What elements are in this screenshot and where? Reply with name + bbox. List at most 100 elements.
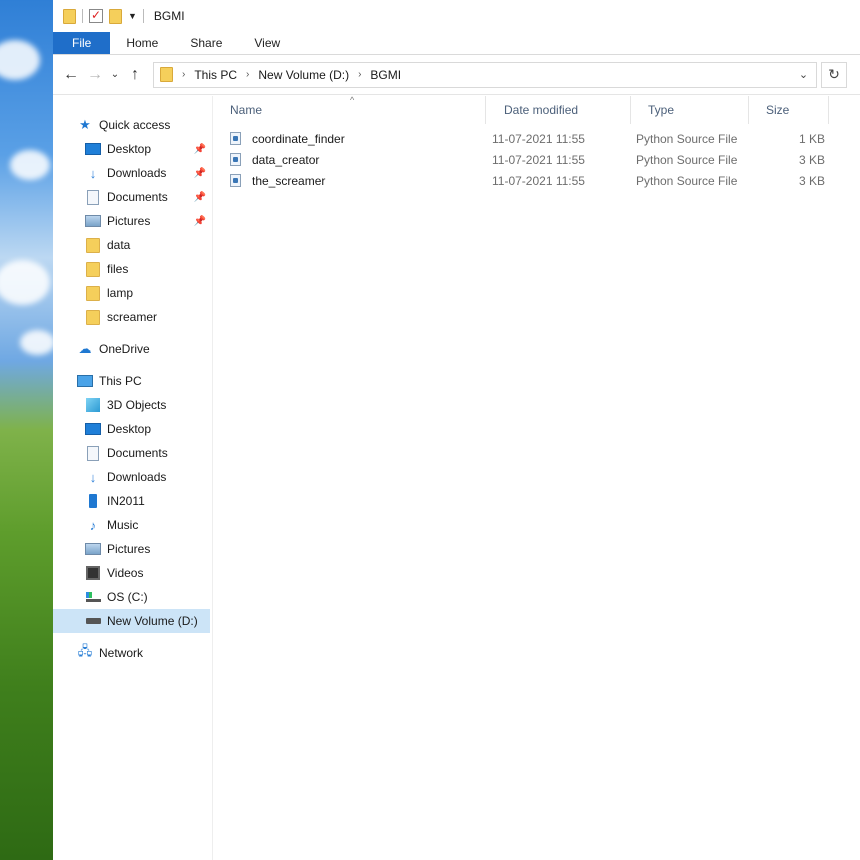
table-row[interactable]: the_screamer 11-07-2021 11:55 Python Sou… [230,170,830,191]
title-separator [142,9,144,23]
file-date: 11-07-2021 11:55 [492,152,585,167]
sidebar-item-pc-pictures[interactable]: Pictures [53,537,210,561]
column-header-type[interactable]: Type [631,96,749,124]
pin-icon[interactable]: 📌 [194,144,206,155]
folder-icon [86,261,100,277]
address-bar[interactable]: › This PC › New Volume (D:) › BGMI ⌄ [153,61,817,88]
file-name: the_screamer [252,173,326,188]
file-size: 3 KB [799,173,826,188]
sidebar-item-onedrive[interactable]: ☁ OneDrive [53,337,210,361]
sidebar-item-label: Network [99,646,144,660]
music-note-icon: ♪ [89,517,97,533]
folder-icon [63,8,76,24]
sidebar-item-this-pc[interactable]: This PC [53,369,210,393]
sidebar-item-pictures[interactable]: Pictures 📌 [53,209,210,233]
cloud-icon: ☁ [78,341,92,356]
address-folder-icon [160,67,173,82]
document-icon [87,189,99,205]
recent-locations-chevron-icon[interactable]: ⌄ [107,69,123,80]
python-file-icon [230,174,241,187]
pictures-icon [85,543,101,555]
new-folder-icon[interactable] [109,8,122,24]
customize-toolbar-icon[interactable]: ▼ [128,11,137,21]
star-icon: ★ [79,117,91,132]
film-icon [86,566,100,580]
sidebar-item-label: Documents [107,190,168,204]
navigation-pane[interactable]: ★ Quick access Desktop 📌 ↓ Downloads 📌 D… [53,96,213,860]
column-headers: Name Date modified Type Size [213,96,853,124]
sidebar-item-pc-documents[interactable]: Documents [53,441,210,465]
address-history-dropdown-icon[interactable]: ⌄ [790,62,816,87]
sidebar-item-files[interactable]: files [53,257,210,281]
sidebar-item-data[interactable]: data [53,233,210,257]
network-icon: 🖧 [77,643,93,658]
properties-icon[interactable] [89,8,103,23]
column-header-date-modified[interactable]: Date modified [487,96,631,124]
pin-icon[interactable]: 📌 [194,216,206,227]
sidebar-item-desktop[interactable]: Desktop 📌 [53,137,210,161]
ribbon-tabs: File Home Share View [53,32,860,55]
sidebar-item-label: Pictures [107,214,151,228]
table-row[interactable]: data_creator 11-07-2021 11:55 Python Sou… [230,149,830,170]
python-file-icon [230,132,241,145]
tab-view[interactable]: View [238,32,296,54]
navigation-bar: ← → ⌄ ↑ › This PC › New Volume (D:) › BG… [53,55,860,95]
pin-icon[interactable]: 📌 [194,168,206,179]
folder-icon [86,237,100,253]
sidebar-item-label: Downloads [107,470,167,484]
drive-icon [85,618,101,624]
up-arrow-icon[interactable]: ↑ [123,66,147,84]
sidebar-item-music[interactable]: ♪ Music [53,513,210,537]
download-arrow-icon: ↓ [89,469,97,485]
sidebar-item-label: IN2011 [107,494,145,508]
desktop-icon [85,423,101,435]
sidebar-item-os-c[interactable]: OS (C:) [53,585,210,609]
pin-icon[interactable]: 📌 [194,192,206,203]
sidebar-item-pc-downloads[interactable]: ↓ Downloads [53,465,210,489]
column-header-name[interactable]: Name [213,96,486,124]
sidebar-item-label: Desktop [107,422,152,436]
tab-file[interactable]: File [53,32,111,54]
tab-share[interactable]: Share [174,32,238,54]
table-row[interactable]: coordinate_finder 11-07-2021 11:55 Pytho… [230,128,830,149]
crumb-separator-icon[interactable]: › [246,69,249,80]
sidebar-item-documents[interactable]: Documents 📌 [53,185,210,209]
sidebar-item-label: New Volume (D:) [107,614,198,628]
sidebar-item-screamer[interactable]: screamer [53,305,210,329]
tab-home[interactable]: Home [110,32,174,54]
file-name: coordinate_finder [252,131,345,146]
sidebar-item-network[interactable]: 🖧 Network [53,641,210,665]
crumb-separator-icon[interactable]: › [358,69,361,80]
file-size: 3 KB [799,152,826,167]
sidebar-item-quick-access[interactable]: ★ Quick access [53,113,210,137]
sidebar-item-label: OS (C:) [107,590,148,604]
sidebar-item-label: Desktop [107,142,152,156]
column-header-size[interactable]: Size [749,96,829,124]
sidebar-item-downloads[interactable]: ↓ Downloads 📌 [53,161,210,185]
explorer-content: ★ Quick access Desktop 📌 ↓ Downloads 📌 D… [53,95,860,860]
folder-icon [86,285,100,301]
desktop-icon [85,143,101,155]
forward-arrow-icon[interactable]: → [83,66,107,84]
sidebar-item-pc-desktop[interactable]: Desktop [53,417,210,441]
file-type: Python Source File [636,173,738,188]
sidebar-item-label: This PC [99,374,142,388]
back-arrow-icon[interactable]: ← [59,66,83,84]
sidebar-item-new-volume-d[interactable]: New Volume (D:) [53,609,210,633]
file-size: 1 KB [799,131,826,146]
sidebar-item-videos[interactable]: Videos [53,561,210,585]
sidebar-item-lamp[interactable]: lamp [53,281,210,305]
sidebar-item-label: files [107,262,129,276]
sidebar-item-in2011[interactable]: IN2011 [53,489,210,513]
refresh-icon[interactable]: ↻ [821,61,847,88]
sidebar-item-label: Quick access [99,118,171,132]
breadcrumb-bgmi[interactable]: BGMI [370,68,401,82]
breadcrumb-this-pc[interactable]: This PC [194,68,237,82]
crumb-separator-icon[interactable]: › [182,69,185,80]
title-bar: ▼ BGMI [53,0,860,32]
sidebar-item-label: Videos [107,566,144,580]
breadcrumb-new-volume[interactable]: New Volume (D:) [258,68,349,82]
sidebar-item-3d-objects[interactable]: 3D Objects [53,393,210,417]
file-list[interactable]: ^ Name Date modified Type Size coordinat… [213,95,860,860]
document-icon [87,445,99,461]
